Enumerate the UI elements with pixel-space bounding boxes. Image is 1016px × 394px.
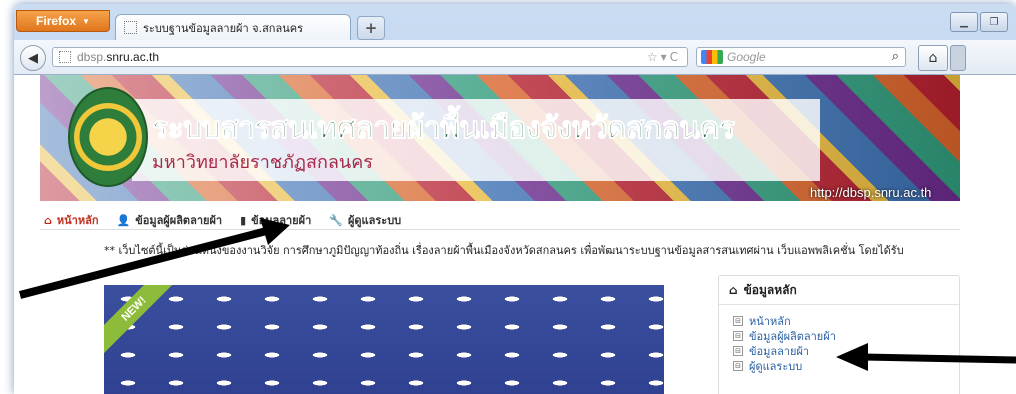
wrench-icon: 🔧 <box>329 213 343 227</box>
new-ribbon: NEW! <box>104 285 184 359</box>
back-button[interactable]: ◀ <box>20 45 46 71</box>
window-controls: ▁ ❐ <box>950 12 1008 32</box>
expand-icon: ⊟ <box>733 360 743 371</box>
expand-icon: ⊟ <box>733 315 743 326</box>
sidebar-item-admin[interactable]: ⊟ ผู้ดูแลระบบ <box>733 358 959 373</box>
sidebar-header: ⌂ ข้อมูลหลัก <box>719 276 959 305</box>
chevron-down-icon: ▼ <box>82 16 90 26</box>
address-bar[interactable]: dbsp.snru.ac.th ☆▾C <box>52 47 688 67</box>
scrolling-announcement: ** เว็บไซต์นี้เป็นส่วนหนึ่งของงานวิจัย ก… <box>104 244 904 257</box>
navigation-toolbar: ◀ dbsp.snru.ac.th ☆▾C Google ⌕ ⌂ <box>14 40 1016 75</box>
google-icon[interactable] <box>701 50 723 64</box>
tab-title: ระบบฐานข้อมูลลายผ้า จ.สกลนคร <box>143 21 303 35</box>
site-subtitle: มหาวิทยาลัยราชภัฏสกลนคร <box>152 152 373 173</box>
browser-tab[interactable]: ระบบฐานข้อมูลลายผ้า จ.สกลนคร <box>115 14 351 40</box>
featured-fabric-image[interactable]: NEW! <box>104 285 664 394</box>
back-arrow-icon: ◀ <box>28 50 38 66</box>
user-icon: 👤 <box>116 213 131 227</box>
home-icon: ⌂ <box>928 50 938 66</box>
toolbar-overflow[interactable] <box>950 45 966 71</box>
university-seal-logo <box>68 87 148 187</box>
plus-icon: + <box>364 19 378 37</box>
site-title: ระบบสารสนเทศลายผ้าพื้นเมืองจังหวัดสกลนคร <box>152 111 736 147</box>
minimize-button[interactable]: ▁ <box>950 12 978 32</box>
search-placeholder: Google <box>727 50 766 64</box>
main-menu: ⌂ หน้าหลัก 👤 ข้อมูลผู้ผลิตลายผ้า ▮ ข้อมูลลา… <box>44 211 401 229</box>
menu-item-patterns[interactable]: ▮ ข้อมูลลายผ้า <box>240 211 311 229</box>
expand-icon: ⊟ <box>733 345 743 356</box>
site-banner: ระบบสารสนเทศลายผ้าพื้นเมืองจังหวัดสกลนคร… <box>40 75 960 201</box>
browser-window: Firefox ▼ ระบบฐานข้อมูลลายผ้า จ.สกลนคร +… <box>14 4 1016 394</box>
url-text: dbsp.snru.ac.th <box>77 50 160 64</box>
maximize-button[interactable]: ❐ <box>980 12 1008 32</box>
home-icon: ⌂ <box>44 213 52 227</box>
page-content: ระบบสารสนเทศลายผ้าพื้นเมืองจังหวัดสกลนคร… <box>14 75 1016 394</box>
sidebar-list: ⊟ หน้าหลัก ⊟ ข้อมูลผู้ผลิตลายผ้า ⊟ ข้อมูลลา… <box>719 313 959 373</box>
home-icon: ⌂ <box>729 283 738 297</box>
menu-item-producers[interactable]: 👤 ข้อมูลผู้ผลิตลายผ้า <box>116 211 222 229</box>
search-icon[interactable]: ⌕ <box>892 49 899 64</box>
menu-item-home[interactable]: ⌂ หน้าหลัก <box>44 211 98 229</box>
sidebar-title: ข้อมูลหลัก <box>743 282 797 297</box>
menu-divider <box>40 229 960 230</box>
bookmark-star-icon[interactable]: ☆▾C <box>647 50 681 64</box>
page-favicon-icon <box>124 21 137 34</box>
home-button[interactable]: ⌂ <box>918 45 948 71</box>
search-bar[interactable]: Google ⌕ <box>696 47 906 67</box>
book-icon: ▮ <box>240 213 247 227</box>
menu-item-admin[interactable]: 🔧 ผู้ดูแลระบบ <box>329 211 401 229</box>
expand-icon: ⊟ <box>733 330 743 341</box>
new-tab-button[interactable]: + <box>357 16 385 40</box>
firefox-menu-label: Firefox <box>36 14 77 28</box>
banner-url: http://dbsp.snru.ac.th <box>810 185 932 200</box>
firefox-menu-button[interactable]: Firefox ▼ <box>16 10 110 32</box>
sidebar-main-data: ⌂ ข้อมูลหลัก ⊟ หน้าหลัก ⊟ ข้อมูลผู้ผลิตลาย… <box>718 275 960 394</box>
site-identity-icon[interactable] <box>59 51 71 63</box>
